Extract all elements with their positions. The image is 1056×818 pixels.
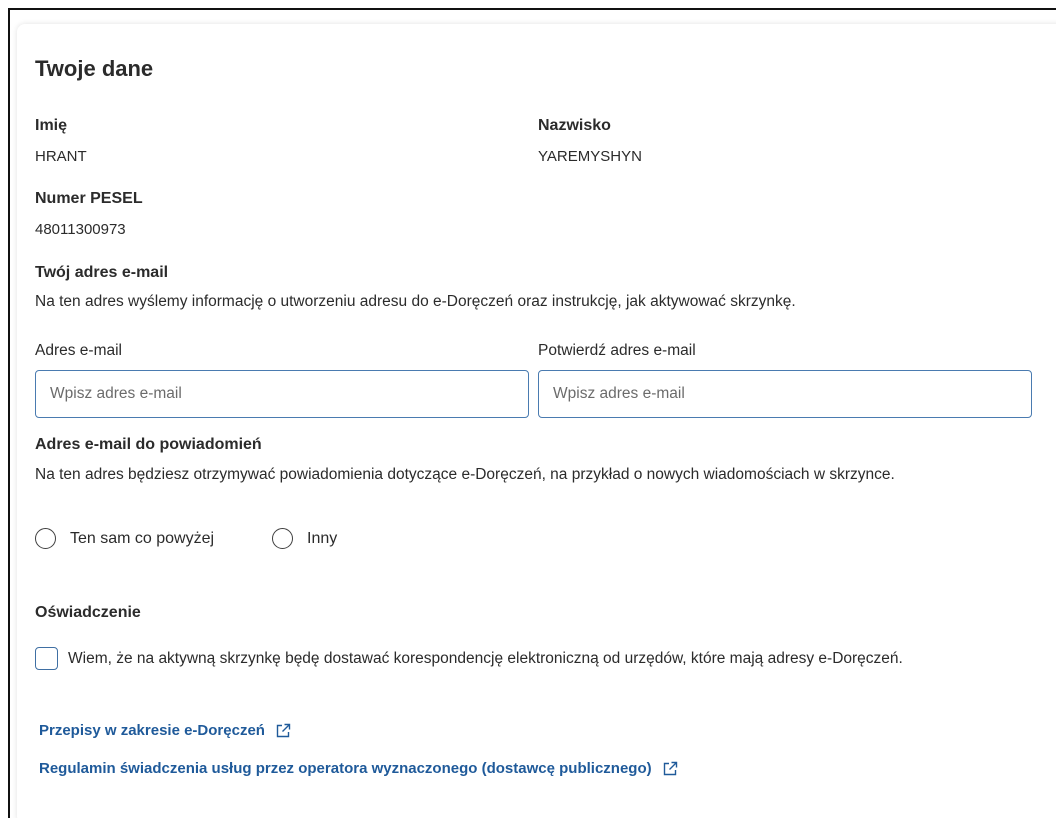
statement-checkbox-row[interactable]: Wiem, że na aktywną skrzynkę będę dostaw…: [35, 647, 903, 670]
link-terms[interactable]: Regulamin świadczenia usług przez operat…: [39, 760, 678, 777]
pesel-label: Numer PESEL: [35, 190, 143, 207]
email-field[interactable]: [35, 370, 529, 418]
notification-heading: Adres e-mail do powiadomień: [35, 436, 262, 453]
form-card: [17, 24, 1056, 818]
radio-button-same[interactable]: [35, 528, 56, 549]
first-name-label: Imię: [35, 117, 68, 134]
first-name-value: HRANT: [35, 148, 87, 165]
email-heading: Twój adres e-mail: [35, 264, 169, 281]
confirm-email-field-label: Potwierdź adres e-mail: [538, 342, 696, 359]
last-name-value: YAREMYSHYN: [538, 148, 642, 165]
email-description: Na ten adres wyślemy informację o utworz…: [35, 293, 796, 310]
statement-heading: Oświadczenie: [35, 604, 141, 621]
radio-button-other[interactable]: [272, 528, 293, 549]
external-link-icon: [276, 723, 291, 737]
radio-label-same: Ten sam co powyżej: [70, 529, 215, 547]
pesel-value: 48011300973: [35, 221, 126, 238]
confirm-email-field[interactable]: [538, 370, 1032, 418]
link-regulations[interactable]: Przepisy w zakresie e-Doręczeń: [39, 722, 291, 739]
link-regulations-label: Przepisy w zakresie e-Doręczeń: [39, 722, 265, 739]
last-name-label: Nazwisko: [538, 117, 611, 134]
email-field-label: Adres e-mail: [35, 342, 122, 359]
radio-option-same[interactable]: Ten sam co powyżej: [35, 528, 214, 549]
section-title: Twoje dane: [35, 56, 154, 81]
external-link-icon: [663, 761, 677, 775]
link-terms-label: Regulamin świadczenia usług przez operat…: [39, 760, 652, 777]
radio-label-other: Inny: [307, 529, 338, 547]
notification-description: Na ten adres będziesz otrzymywać powiado…: [35, 466, 895, 483]
statement-checkbox-label: Wiem, że na aktywną skrzynkę będę dostaw…: [68, 649, 903, 667]
statement-checkbox[interactable]: [35, 647, 58, 670]
radio-option-other[interactable]: Inny: [272, 528, 337, 549]
